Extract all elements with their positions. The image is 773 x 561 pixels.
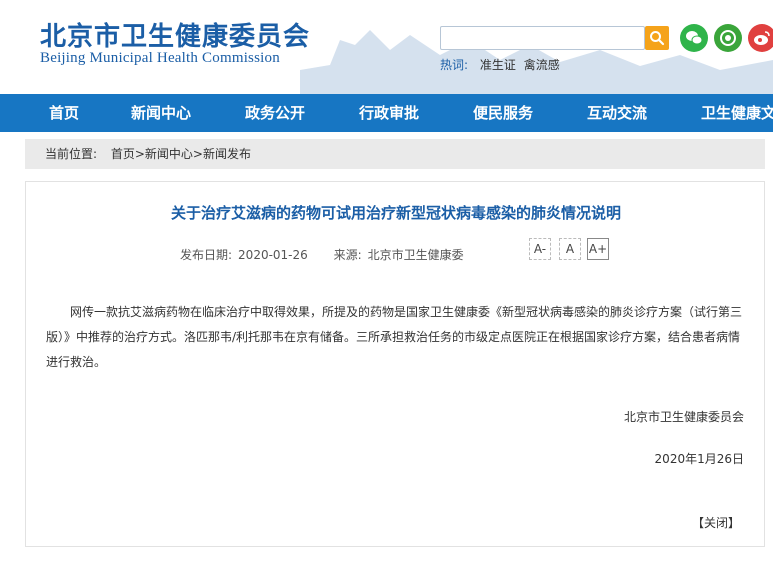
site-logo-en: Beijing Municipal Health Commission xyxy=(40,50,280,66)
search-icon xyxy=(650,31,665,46)
main-nav: 首页 新闻中心 政务公开 行政审批 便民服务 互动交流 卫生健康文 xyxy=(0,94,773,132)
site-header: 北京市卫生健康委员会 Beijing Municipal Health Comm… xyxy=(0,0,773,94)
article-sign-date: 2020年1月26日 xyxy=(654,452,744,466)
font-increase-button[interactable]: A+ xyxy=(587,238,609,260)
app-icon xyxy=(720,30,736,46)
search-box xyxy=(440,26,645,50)
nav-item-interaction[interactable]: 互动交流 xyxy=(587,94,647,132)
nav-item-gov-affairs[interactable]: 政务公开 xyxy=(245,94,305,132)
nav-item-admin-approval[interactable]: 行政审批 xyxy=(359,94,419,132)
article-signature: 北京市卫生健康委员会 xyxy=(623,410,744,424)
nav-item-public-service[interactable]: 便民服务 xyxy=(473,94,533,132)
breadcrumb-path[interactable]: 首页>新闻中心>新闻发布 xyxy=(111,147,251,161)
search-input[interactable] xyxy=(441,27,644,49)
publish-date-label: 发布日期: xyxy=(180,248,233,262)
wechat-icon xyxy=(686,31,703,45)
breadcrumb-label: 当前位置: xyxy=(45,147,98,161)
article-body: 网传一款抗艾滋病药物在临床治疗中取得效果，所提及的药物是国家卫生健康委《新型冠状… xyxy=(46,305,743,369)
hot-word-item[interactable]: 准生证 xyxy=(480,58,516,72)
nav-item-home[interactable]: 首页 xyxy=(49,94,79,132)
font-normal-button[interactable]: A xyxy=(559,238,581,260)
breadcrumb: 当前位置: 首页>新闻中心>新闻发布 xyxy=(25,139,765,169)
weibo-icon xyxy=(754,31,770,45)
close-button[interactable]: 【关闭】 xyxy=(692,514,740,531)
wechat-button[interactable] xyxy=(680,24,708,52)
app-button[interactable] xyxy=(714,24,742,52)
nav-item-health-culture[interactable]: 卫生健康文 xyxy=(701,94,773,132)
article-title: 关于治疗艾滋病的药物可试用治疗新型冠状病毒感染的肺炎情况说明 xyxy=(170,204,621,222)
weibo-button[interactable] xyxy=(748,24,773,52)
article-meta: 发布日期: 2020-01-26 来源: 北京市卫生健康委 xyxy=(180,246,486,263)
article-panel: 关于治疗艾滋病的药物可试用治疗新型冠状病毒感染的肺炎情况说明 发布日期: 2020… xyxy=(25,181,765,547)
nav-item-news[interactable]: 新闻中心 xyxy=(131,94,191,132)
site-logo-cn[interactable]: 北京市卫生健康委员会 xyxy=(40,16,310,53)
font-decrease-button[interactable]: A- xyxy=(529,238,551,260)
hot-words: 热词: 准生证 禽流感 xyxy=(440,56,564,73)
publish-date: 2020-01-26 xyxy=(238,248,308,262)
source-label: 来源: xyxy=(333,248,362,262)
search-button[interactable] xyxy=(645,26,669,50)
hot-word-item[interactable]: 禽流感 xyxy=(524,58,560,72)
hot-words-label: 热词: xyxy=(440,58,469,72)
article-source: 北京市卫生健康委 xyxy=(367,248,464,262)
